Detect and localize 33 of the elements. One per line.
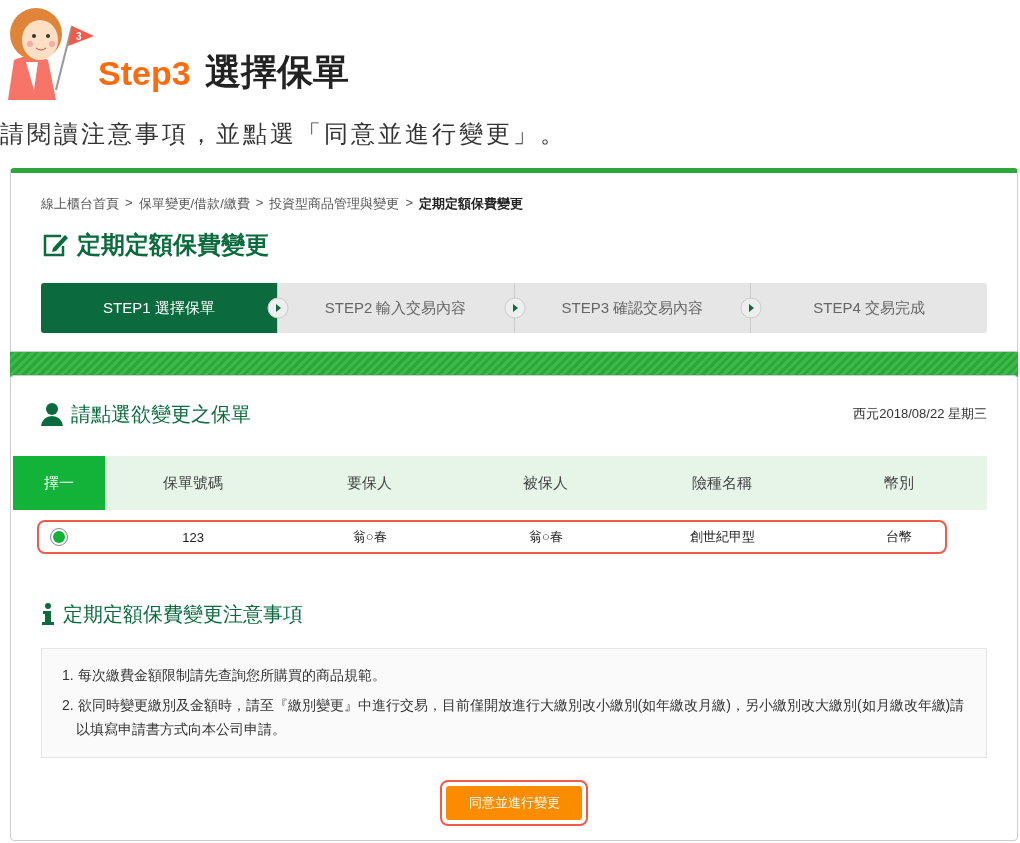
girl-with-flag-drawing: 3 — [2, 0, 98, 100]
policy-row[interactable]: 123 翁○春 翁○春 創世紀甲型 台幣 — [13, 520, 987, 554]
breadcrumb-separator: > — [405, 195, 413, 212]
column-header: 被保人 — [522, 472, 570, 493]
column-header: 幣別 — [882, 472, 915, 493]
note-text: 1. 每次繳費金額限制請先查詢您所購買的商品規範。 — [62, 666, 387, 685]
breadcrumb-link[interactable]: 投資型商品管理與變更 — [269, 195, 400, 213]
breadcrumb-link[interactable]: 保單變更/借款/繳費 — [138, 195, 250, 213]
column-header: 擇一 — [13, 456, 105, 510]
breadcrumb-separator: > — [255, 195, 264, 212]
date-text: 西元2018/08/22 星期三 — [853, 405, 987, 423]
note-text: 2. 欲同時變更繳別及金額時，請至『繳別變更』中進行交易，目前僅開放進行大繳別改小繳別(如年繳改月繳)，另小繳別改大繳別(如月繳改年繳)請以填寫申請書方式向本公司申請。 — [62, 696, 966, 739]
radio-button[interactable] — [50, 528, 68, 546]
breadcrumb-link[interactable]: 線上櫃台首頁 — [41, 195, 119, 213]
section-title: 定期定額保費變更注意事項 — [63, 601, 303, 627]
table-cell-text: 翁○春 — [528, 528, 564, 546]
page-title: 定期定額保費變更 — [77, 230, 269, 260]
column-header: 險種名稱 — [691, 472, 754, 493]
section-title: 請點選欲變更之保單 — [71, 401, 251, 427]
table-cell-text: 123 — [181, 529, 206, 545]
column-header: 要保人 — [346, 472, 394, 493]
step-number: Step3 — [98, 56, 191, 94]
page-heading: 選擇保單 — [204, 54, 349, 94]
person-icon — [41, 402, 63, 426]
breadcrumb-separator: > — [125, 195, 133, 212]
breadcrumb-link[interactable]: 定期定額保費變更 — [419, 195, 523, 213]
table-cell-text: 台幣 — [884, 528, 913, 546]
table-cell-text: 翁○春 — [351, 528, 388, 546]
edit-icon — [41, 232, 69, 258]
column-header: 保單號碼 — [162, 472, 225, 493]
info-icon — [41, 603, 55, 625]
table-cell-text: 創世紀甲型 — [688, 528, 756, 546]
instruction-text: 請閱讀注意事項，並點選「同意並進行變更」。 — [0, 119, 568, 149]
